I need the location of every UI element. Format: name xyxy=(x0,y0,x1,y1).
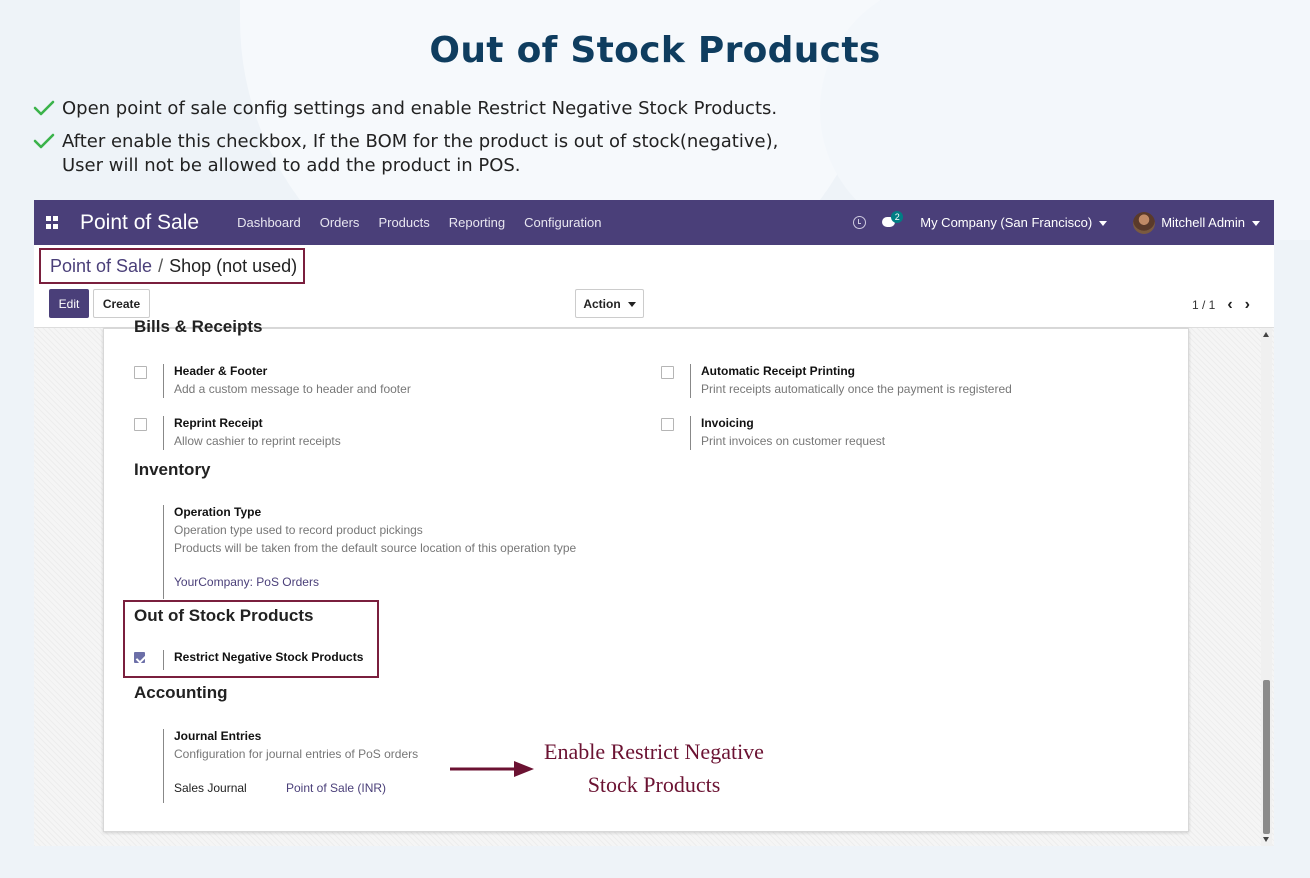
action-dropdown[interactable]: Action xyxy=(575,289,644,318)
setting-label: Restrict Negative Stock Products xyxy=(174,650,364,664)
check-icon xyxy=(33,100,55,116)
menu-configuration[interactable]: Configuration xyxy=(524,215,601,230)
breadcrumb-separator: / xyxy=(158,255,164,276)
bullet-list: Open point of sale config settings and e… xyxy=(32,97,892,187)
edit-button[interactable]: Edit xyxy=(49,289,89,318)
bullet-item: Open point of sale config settings and e… xyxy=(32,97,892,121)
company-switcher[interactable]: My Company (San Francisco) xyxy=(920,215,1108,230)
breadcrumb: Point of Sale / Shop (not used) xyxy=(39,248,306,284)
setting-description: Allow cashier to reprint receipts xyxy=(174,434,341,448)
company-name: My Company (San Francisco) xyxy=(920,215,1093,230)
setting-operation-type: Operation Type Operation type used to re… xyxy=(134,505,734,599)
setting-label: Reprint Receipt xyxy=(174,416,263,430)
chat-icon[interactable]: 2 xyxy=(882,210,904,229)
setting-label: Automatic Receipt Printing xyxy=(701,364,856,378)
divider xyxy=(690,364,691,398)
scroll-up-icon[interactable] xyxy=(1263,332,1269,337)
scroll-down-icon[interactable] xyxy=(1263,837,1269,842)
chevron-down-icon xyxy=(1252,221,1260,227)
control-panel: Point of Sale / Shop (not used) xyxy=(34,245,1274,328)
section-heading-inventory: Inventory xyxy=(134,460,211,479)
odoo-window: Point of Sale Dashboard Orders Products … xyxy=(34,200,1274,846)
divider xyxy=(163,416,164,450)
annotation-text: Enable Restrict Negative Stock Products xyxy=(534,735,774,801)
sales-journal-label: Sales Journal xyxy=(174,781,247,795)
operation-type-link[interactable]: YourCompany: PoS Orders xyxy=(174,575,319,589)
app-name[interactable]: Point of Sale xyxy=(80,211,199,235)
restrict-negative-checkbox[interactable] xyxy=(134,652,145,663)
section-heading-accounting: Accounting xyxy=(134,683,228,702)
setting-auto-print: Automatic Receipt Printing Print receipt… xyxy=(661,364,1161,404)
header-footer-checkbox[interactable] xyxy=(134,366,147,379)
setting-description: Operation type used to record product pi… xyxy=(174,523,423,537)
invoicing-checkbox[interactable] xyxy=(661,418,674,431)
menu-reporting[interactable]: Reporting xyxy=(449,215,505,230)
sales-journal-link[interactable]: Point of Sale (INR) xyxy=(286,781,386,795)
pager-next-icon[interactable]: › xyxy=(1245,296,1250,314)
pager-previous-icon[interactable]: ‹ xyxy=(1227,296,1232,314)
setting-invoicing: Invoicing Print invoices on customer req… xyxy=(661,416,1161,456)
setting-description: Products will be taken from the default … xyxy=(174,541,577,555)
check-icon xyxy=(33,133,55,149)
menu-dashboard[interactable]: Dashboard xyxy=(237,215,301,230)
pager: 1 / 1 ‹ › xyxy=(1192,296,1250,314)
create-button[interactable]: Create xyxy=(93,289,150,318)
setting-description: Print invoices on customer request xyxy=(701,434,886,448)
setting-description: Print receipts automatically once the pa… xyxy=(701,382,1012,396)
bullet-text: Open point of sale config settings and e… xyxy=(62,98,778,119)
annotation-line: Enable Restrict Negative xyxy=(544,739,764,764)
chevron-down-icon xyxy=(1099,221,1108,227)
annotation-line: Stock Products xyxy=(587,772,721,797)
setting-label: Header & Footer xyxy=(174,364,268,378)
auto-print-checkbox[interactable] xyxy=(661,366,674,379)
breadcrumb-current: Shop (not used) xyxy=(169,255,298,276)
divider xyxy=(163,650,164,670)
chevron-down-icon xyxy=(627,301,636,307)
menu-orders[interactable]: Orders xyxy=(320,215,360,230)
apps-menu-icon[interactable] xyxy=(46,215,60,230)
avatar[interactable] xyxy=(1133,211,1156,234)
pager-value: 1 / 1 xyxy=(1191,298,1216,312)
top-navbar: Point of Sale Dashboard Orders Products … xyxy=(34,200,1274,245)
scrollbar[interactable] xyxy=(1261,328,1272,846)
form-content: Bills & Receipts Header & Footer Add a c… xyxy=(34,317,1274,846)
page-title: Out of Stock Products xyxy=(429,30,881,71)
reprint-checkbox[interactable] xyxy=(134,418,147,431)
breadcrumb-parent-link[interactable]: Point of Sale xyxy=(50,256,152,277)
scrollbar-thumb[interactable] xyxy=(1263,680,1270,834)
setting-restrict-negative: Restrict Negative Stock Products xyxy=(134,650,374,674)
user-name: Mitchell Admin xyxy=(1161,215,1245,230)
arrow-icon xyxy=(450,761,534,777)
section-heading-bills: Bills & Receipts xyxy=(134,317,263,336)
divider xyxy=(163,729,164,803)
section-heading-out-of-stock: Out of Stock Products xyxy=(134,606,314,625)
divider xyxy=(163,364,164,398)
divider xyxy=(690,416,691,450)
setting-header-footer: Header & Footer Add a custom message to … xyxy=(134,364,634,404)
action-label: Action xyxy=(583,296,621,311)
bullet-item: After enable this checkbox, If the BOM f… xyxy=(32,130,892,178)
menu-products[interactable]: Products xyxy=(378,215,429,230)
setting-label: Invoicing xyxy=(701,416,754,430)
setting-label: Journal Entries xyxy=(174,729,262,743)
user-menu[interactable]: Mitchell Admin xyxy=(1161,215,1260,230)
setting-description: Add a custom message to header and foote… xyxy=(174,382,411,396)
form-sheet: Bills & Receipts Header & Footer Add a c… xyxy=(103,317,1189,832)
setting-description: Configuration for journal entries of PoS… xyxy=(174,747,419,761)
activity-clock-icon[interactable] xyxy=(853,216,867,229)
navbar-systray: 2 My Company (San Francisco) Mitchell Ad… xyxy=(853,200,1260,245)
bullet-text: After enable this checkbox, If the BOM f… xyxy=(62,131,779,176)
setting-label: Operation Type xyxy=(174,505,262,519)
setting-reprint: Reprint Receipt Allow cashier to reprint… xyxy=(134,416,634,456)
chat-count-badge: 2 xyxy=(891,210,904,223)
divider xyxy=(163,505,164,599)
